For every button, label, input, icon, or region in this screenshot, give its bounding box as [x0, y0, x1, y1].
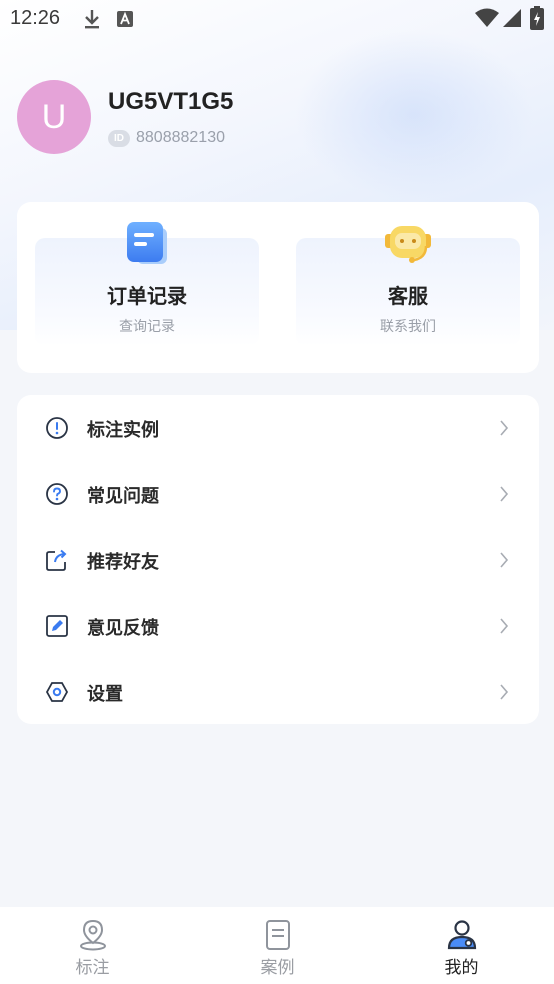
- customer-service-title: 客服: [388, 284, 428, 308]
- chevron-right-icon: [500, 420, 509, 436]
- menu-label: 设置: [87, 684, 123, 705]
- question-circle-icon: [46, 483, 68, 505]
- chevron-right-icon: [500, 618, 509, 634]
- menu-label: 标注实例: [87, 420, 159, 441]
- tab-label: 标注: [75, 958, 110, 978]
- profile-icon: [447, 920, 476, 950]
- menu-label: 常见问题: [87, 486, 159, 507]
- chevron-right-icon: [500, 486, 509, 502]
- exclamation-circle-icon: [46, 417, 68, 439]
- order-records-tile[interactable]: 订单记录 查询记录: [35, 222, 259, 346]
- bottom-tab-bar: 标注 案例 我的: [0, 907, 554, 984]
- order-list-icon: [127, 222, 167, 264]
- download-icon: [85, 10, 99, 29]
- menu-item-settings[interactable]: 设置: [17, 659, 539, 725]
- order-records-title: 订单记录: [107, 284, 187, 308]
- location-pin-icon: [79, 919, 106, 951]
- hexagon-settings-icon: [45, 682, 69, 702]
- status-bar: 12:26: [0, 0, 554, 38]
- customer-service-tile[interactable]: 客服 联系我们: [296, 226, 520, 346]
- menu-label: 意见反馈: [87, 618, 159, 639]
- customer-service-subtitle: 联系我们: [380, 319, 436, 335]
- menu-item-annotation-examples[interactable]: 标注实例: [17, 395, 539, 461]
- menu-item-faq[interactable]: 常见问题: [17, 461, 539, 527]
- keyboard-a-icon: [117, 11, 133, 27]
- menu-label: 推荐好友: [87, 552, 159, 573]
- user-id: 8808882130: [136, 129, 225, 146]
- tab-annotate[interactable]: 标注: [0, 907, 185, 984]
- menu-item-feedback[interactable]: 意见反馈: [17, 593, 539, 659]
- quick-actions-card: 订单记录 查询记录 客服 联系我们: [17, 202, 539, 373]
- tab-label: 我的: [444, 958, 479, 978]
- status-time: 12:26: [10, 7, 61, 29]
- username: UG5VT1G5: [108, 88, 234, 115]
- battery-charging-icon: [530, 6, 544, 30]
- share-icon: [46, 549, 67, 571]
- order-records-subtitle: 查询记录: [119, 319, 175, 335]
- edit-feedback-icon: [46, 615, 68, 637]
- menu-card: 标注实例 常见问题 推荐好友 意见反馈 设置: [17, 395, 539, 724]
- document-icon: [265, 920, 290, 950]
- user-id-row: ID 8808882130: [108, 128, 225, 148]
- chevron-right-icon: [500, 552, 509, 568]
- signal-icon: [503, 9, 521, 27]
- id-badge: ID: [108, 129, 130, 147]
- tab-label: 案例: [260, 958, 295, 978]
- tab-cases[interactable]: 案例: [185, 907, 370, 984]
- menu-item-recommend-friends[interactable]: 推荐好友: [17, 527, 539, 593]
- wifi-icon: [475, 8, 499, 27]
- avatar[interactable]: U: [17, 80, 91, 154]
- tab-mine[interactable]: 我的: [369, 907, 554, 984]
- chevron-right-icon: [500, 684, 509, 700]
- customer-service-robot-icon: [385, 226, 431, 263]
